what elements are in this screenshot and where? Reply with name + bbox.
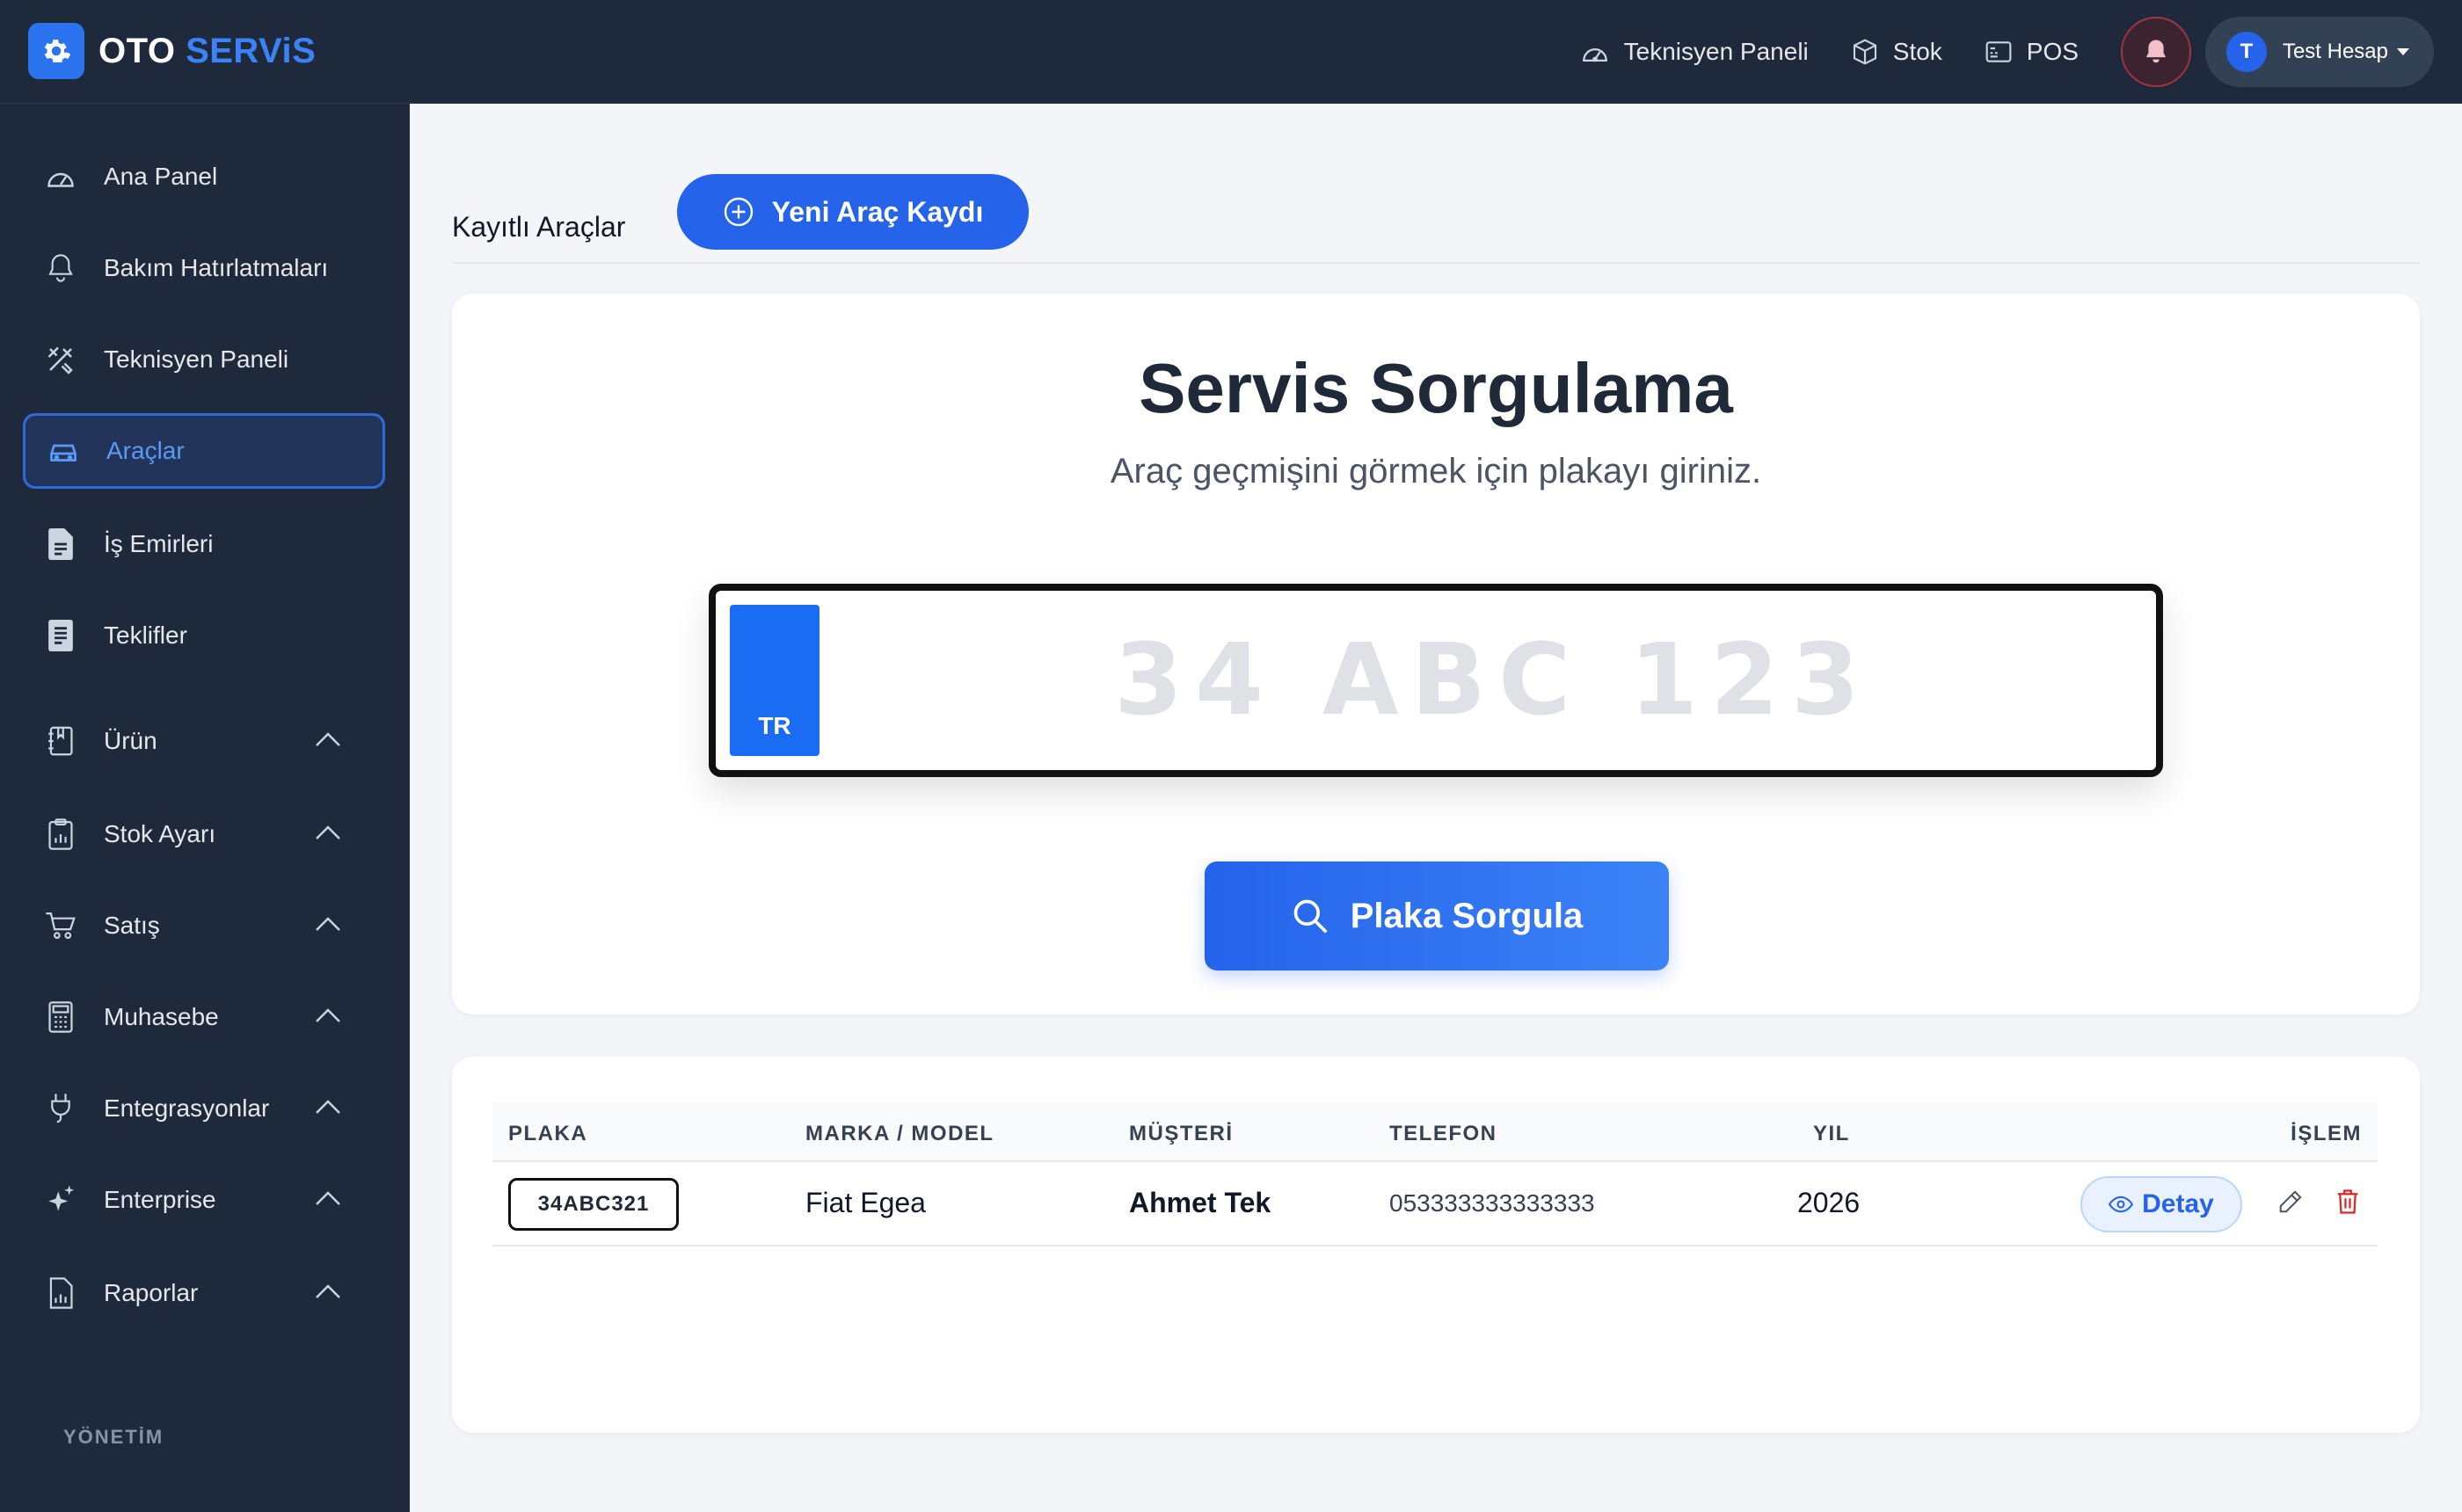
document-icon [42, 526, 79, 563]
search-title: Servis Sorgulama [1139, 349, 1733, 427]
sidebar-item-enterprise[interactable]: Enterprise [23, 1162, 385, 1238]
cart-icon [42, 907, 79, 944]
top-nav: Teknisyen Paneli Stok POS T Test Hesap [1580, 0, 2462, 104]
user-name: Test Hesap [2282, 40, 2388, 63]
chevron-up-icon [316, 1100, 340, 1114]
sheet-icon [42, 617, 79, 654]
pos-icon [1985, 41, 2012, 62]
sidebar-item-label: Enterprise [104, 1186, 216, 1213]
plate-search-card: Servis Sorgulama Araç geçmişini görmek i… [452, 294, 2420, 1014]
chevron-up-icon [316, 825, 340, 840]
plate-chip: 34ABC321 [508, 1178, 679, 1231]
car-icon [45, 433, 82, 469]
bell-icon [42, 250, 79, 287]
chevron-up-icon [316, 1008, 340, 1022]
search-subtitle: Araç geçmişini görmek için plakayı girin… [1110, 452, 1762, 491]
sidebar-item-sales[interactable]: Satış [23, 888, 385, 963]
notifications-button[interactable] [2120, 17, 2191, 87]
column-header-year: YIL [1813, 1122, 1850, 1145]
sidebar: Ana Panel Bakım Hatırlatmaları Teknisyen… [0, 104, 410, 1512]
sidebar-item-work-orders[interactable]: İş Emirleri [23, 506, 385, 582]
topnav-technician-panel[interactable]: Teknisyen Paneli [1580, 38, 1809, 66]
table-header: PLAKA MARKA / MODEL MÜŞTERİ TELEFON YIL … [492, 1102, 2378, 1162]
detail-button[interactable]: Detay [2080, 1176, 2242, 1232]
sidebar-item-label: Muhasebe [104, 1003, 219, 1030]
main-content: Kayıtlı Araçlar Yeni Araç Kaydı Servis S… [410, 104, 2462, 1512]
cell-year: 2026 [1797, 1187, 1861, 1218]
page-title: Kayıtlı Araçlar [452, 211, 626, 243]
sidebar-item-label: Entegrasyonlar [104, 1094, 270, 1122]
report-icon [42, 1275, 79, 1312]
gear-icon [28, 23, 84, 79]
plug-icon [42, 1090, 79, 1127]
page-header: Kayıtlı Araçlar Yeni Araç Kaydı [452, 174, 2420, 264]
cell-phone: 053333333333333 [1389, 1189, 1595, 1217]
app-logo[interactable]: OTO SERViS [28, 23, 316, 79]
sparkle-icon [42, 1181, 79, 1218]
app-name: OTO SERViS [98, 31, 317, 70]
country-code-badge: TR [730, 605, 819, 756]
clipboard-icon [42, 816, 79, 853]
box-icon [1853, 39, 1876, 65]
sidebar-item-quotes[interactable]: Teklifler [23, 598, 385, 673]
column-header-actions: İŞLEM [2291, 1122, 2362, 1145]
sidebar-item-label: Teklifler [104, 622, 187, 649]
sidebar-item-label: Bakım Hatırlatmaları [104, 254, 329, 281]
sidebar-item-stock-settings[interactable]: Stok Ayarı [23, 796, 385, 872]
chevron-up-icon [316, 732, 340, 746]
sidebar-section-label: YÖNETİM [63, 1426, 164, 1448]
sidebar-item-reports[interactable]: Raporlar [23, 1255, 385, 1331]
tools-icon [42, 341, 79, 378]
plate-query-button[interactable]: Plaka Sorgula [1205, 861, 1669, 970]
sidebar-item-product[interactable]: Ürün [23, 703, 385, 779]
sidebar-item-label: Teknisyen Paneli [104, 345, 289, 373]
sidebar-item-label: Stok Ayarı [104, 820, 216, 847]
column-header-model: MARKA / MODEL [805, 1122, 994, 1145]
user-menu[interactable]: T Test Hesap [2204, 17, 2434, 87]
sidebar-item-label: Ürün [104, 727, 157, 754]
column-header-phone: TELEFON [1389, 1122, 1497, 1145]
plate-input[interactable] [830, 591, 2156, 770]
table-row[interactable]: 34ABC321 Fiat Egea Ahmet Tek 05333333333… [492, 1162, 2378, 1247]
sidebar-item-label: İş Emirleri [104, 530, 214, 557]
pencil-icon[interactable] [2277, 1189, 2304, 1215]
book-icon [42, 723, 79, 760]
top-bar: OTO SERViS Teknisyen Paneli Stok POS T T… [0, 0, 2462, 104]
chevron-up-icon [316, 1284, 340, 1298]
sidebar-item-label: Satış [104, 912, 160, 939]
column-header-customer: MÜŞTERİ [1129, 1122, 1234, 1145]
topnav-stock[interactable]: Stok [1851, 38, 1942, 66]
sidebar-item-integrations[interactable]: Entegrasyonlar [23, 1071, 385, 1146]
gauge-icon [1582, 48, 1607, 62]
search-icon [1293, 899, 1328, 934]
chevron-down-icon [2397, 48, 2409, 55]
sidebar-item-vehicles[interactable]: Araçlar [23, 413, 385, 489]
sidebar-item-ana-panel[interactable]: Ana Panel [23, 139, 385, 214]
vehicles-table-card: PLAKA MARKA / MODEL MÜŞTERİ TELEFON YIL … [452, 1057, 2420, 1433]
cell-customer: Ahmet Tek [1129, 1187, 1271, 1218]
sidebar-item-accounting[interactable]: Muhasebe [23, 979, 385, 1055]
bell-icon [2145, 40, 2167, 63]
avatar: T [2225, 32, 2267, 72]
sidebar-item-maintenance-reminders[interactable]: Bakım Hatırlatmaları [23, 230, 385, 306]
column-header-plate: PLAKA [508, 1122, 588, 1145]
sidebar-item-label: Ana Panel [104, 163, 218, 190]
new-vehicle-button[interactable]: Yeni Araç Kaydı [677, 174, 1029, 250]
gauge-icon [42, 158, 79, 195]
chevron-up-icon [316, 917, 340, 931]
sidebar-item-label: Raporlar [104, 1279, 199, 1306]
chevron-up-icon [316, 1191, 340, 1205]
topnav-pos[interactable]: POS [1985, 38, 2079, 66]
license-plate-field: TR [709, 584, 2163, 777]
trash-icon[interactable] [2335, 1189, 2360, 1215]
calculator-icon [42, 999, 79, 1036]
eye-icon [2109, 1196, 2134, 1213]
plus-circle-icon [724, 197, 753, 227]
cell-model: Fiat Egea [805, 1187, 926, 1218]
sidebar-item-label: Araçlar [106, 437, 185, 464]
sidebar-item-technician-panel[interactable]: Teknisyen Paneli [23, 322, 385, 397]
